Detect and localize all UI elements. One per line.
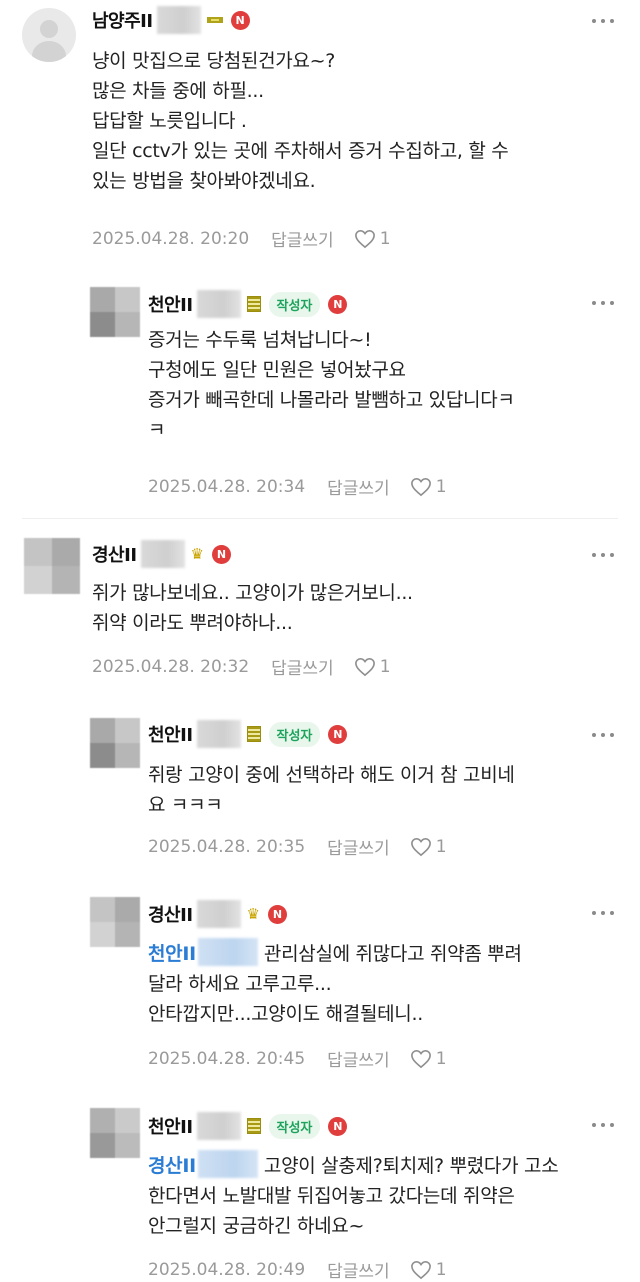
heart-icon (354, 657, 375, 676)
reply-button[interactable]: 답글쓰기 (271, 654, 334, 679)
more-dots-icon[interactable] (592, 1122, 614, 1128)
like-button[interactable]: 1 (410, 837, 447, 857)
comment-date: 2025.04.28. 20:32 (92, 656, 250, 677)
blurred-nickname (156, 6, 201, 34)
more-dots-icon[interactable] (592, 552, 614, 558)
member-grade-icon (246, 296, 261, 312)
new-badge: N (328, 294, 348, 314)
like-button[interactable]: 1 (410, 477, 447, 497)
heart-icon (410, 477, 431, 496)
reply-button[interactable]: 답글쓰기 (327, 1257, 390, 1282)
heart-icon (410, 1049, 431, 1068)
like-count: 1 (379, 228, 391, 249)
blurred-nickname (196, 900, 241, 928)
heart-icon (354, 229, 375, 248)
comment-text: 증거는 수두룩 넘쳐납니다~! 구청에도 일단 민원은 넣어놨구요 증거가 빼곡… (148, 329, 515, 441)
reply-button[interactable]: 답글쓰기 (271, 226, 334, 251)
comment-date: 2025.04.28. 20:34 (148, 476, 306, 497)
crown-grade-icon: ♛ (246, 904, 260, 923)
blurred-nickname (196, 290, 241, 318)
like-button[interactable]: 1 (410, 1049, 447, 1069)
more-dots-icon[interactable] (592, 910, 614, 916)
member-grade-icon (206, 17, 223, 23)
member-grade-icon (246, 1118, 261, 1134)
like-button[interactable]: 1 (354, 229, 391, 249)
profile-avatar[interactable] (90, 718, 140, 768)
author-badge: 작성자 (268, 291, 321, 317)
comment-author-name[interactable]: 남양주II (92, 7, 153, 33)
profile-avatar[interactable] (90, 287, 140, 337)
blurred-nickname (196, 720, 241, 748)
blurred-mention (197, 938, 258, 966)
like-count: 1 (435, 476, 447, 497)
new-badge: N (211, 544, 231, 564)
more-dots-icon[interactable] (592, 300, 614, 306)
comment-author-name[interactable]: 천안II (148, 1113, 193, 1139)
like-count: 1 (435, 836, 447, 857)
like-count: 1 (379, 656, 391, 677)
like-button[interactable]: 1 (354, 657, 391, 677)
new-badge: N (267, 904, 287, 924)
author-badge: 작성자 (268, 1113, 321, 1139)
like-count: 1 (435, 1048, 447, 1069)
comment-divider (22, 518, 618, 519)
comment-date: 2025.04.28. 20:35 (148, 836, 306, 857)
heart-icon (410, 1260, 431, 1279)
blurred-nickname (140, 540, 185, 568)
comment-date: 2025.04.28. 20:20 (92, 228, 250, 249)
more-dots-icon[interactable] (592, 18, 614, 24)
author-badge: 작성자 (268, 721, 321, 747)
new-badge: N (328, 724, 348, 744)
mention-tag[interactable]: 경산II (148, 1155, 196, 1177)
like-button[interactable]: 1 (410, 1260, 447, 1280)
reply-button[interactable]: 답글쓰기 (327, 834, 390, 859)
crown-grade-icon: ♛ (190, 544, 204, 563)
new-badge: N (328, 1116, 348, 1136)
heart-icon (410, 837, 431, 856)
profile-avatar[interactable] (90, 897, 140, 947)
comment-date: 2025.04.28. 20:45 (148, 1048, 306, 1069)
new-badge: N (230, 10, 250, 30)
comment-author-name[interactable]: 천안II (148, 291, 193, 317)
more-dots-icon[interactable] (592, 732, 614, 738)
profile-avatar[interactable] (24, 538, 80, 594)
mention-tag[interactable]: 천안II (148, 943, 196, 965)
comment-text: 천안II 관리삼실에 쥐많다고 쥐약좀 뿌려 달라 하세요 고루고루... 안타깝… (148, 938, 612, 1029)
comment-author-name[interactable]: 경산II (92, 541, 137, 567)
comment-text: 쥐랑 고양이 중에 선택하라 해도 이거 참 고비네 요 ㅋㅋㅋ (148, 764, 515, 816)
comment-text: 쥐가 많나보네요.. 고양이가 많은거보니... 쥐약 이라도 뿌려야하나... (92, 582, 413, 634)
comment-text: 냥이 맛집으로 당첨된건가요~? 많은 차들 중에 하필... 답답할 노릇입니… (92, 50, 509, 192)
like-count: 1 (435, 1259, 447, 1280)
reply-button[interactable]: 답글쓰기 (327, 1046, 390, 1071)
comment-author-name[interactable]: 천안II (148, 721, 193, 747)
reply-button[interactable]: 답글쓰기 (327, 474, 390, 499)
blurred-nickname (196, 1112, 241, 1140)
profile-avatar[interactable] (90, 1108, 140, 1158)
comment-author-name[interactable]: 경산II (148, 901, 193, 927)
blurred-mention (197, 1150, 258, 1178)
default-avatar-icon[interactable] (22, 8, 76, 62)
comment-date: 2025.04.28. 20:49 (148, 1259, 306, 1280)
comment-text: 경산II 고양이 살충제?퇴치제? 뿌렸다가 고소 한다면서 노발대발 뒤집어놓고… (148, 1150, 612, 1241)
member-grade-icon (246, 726, 261, 742)
